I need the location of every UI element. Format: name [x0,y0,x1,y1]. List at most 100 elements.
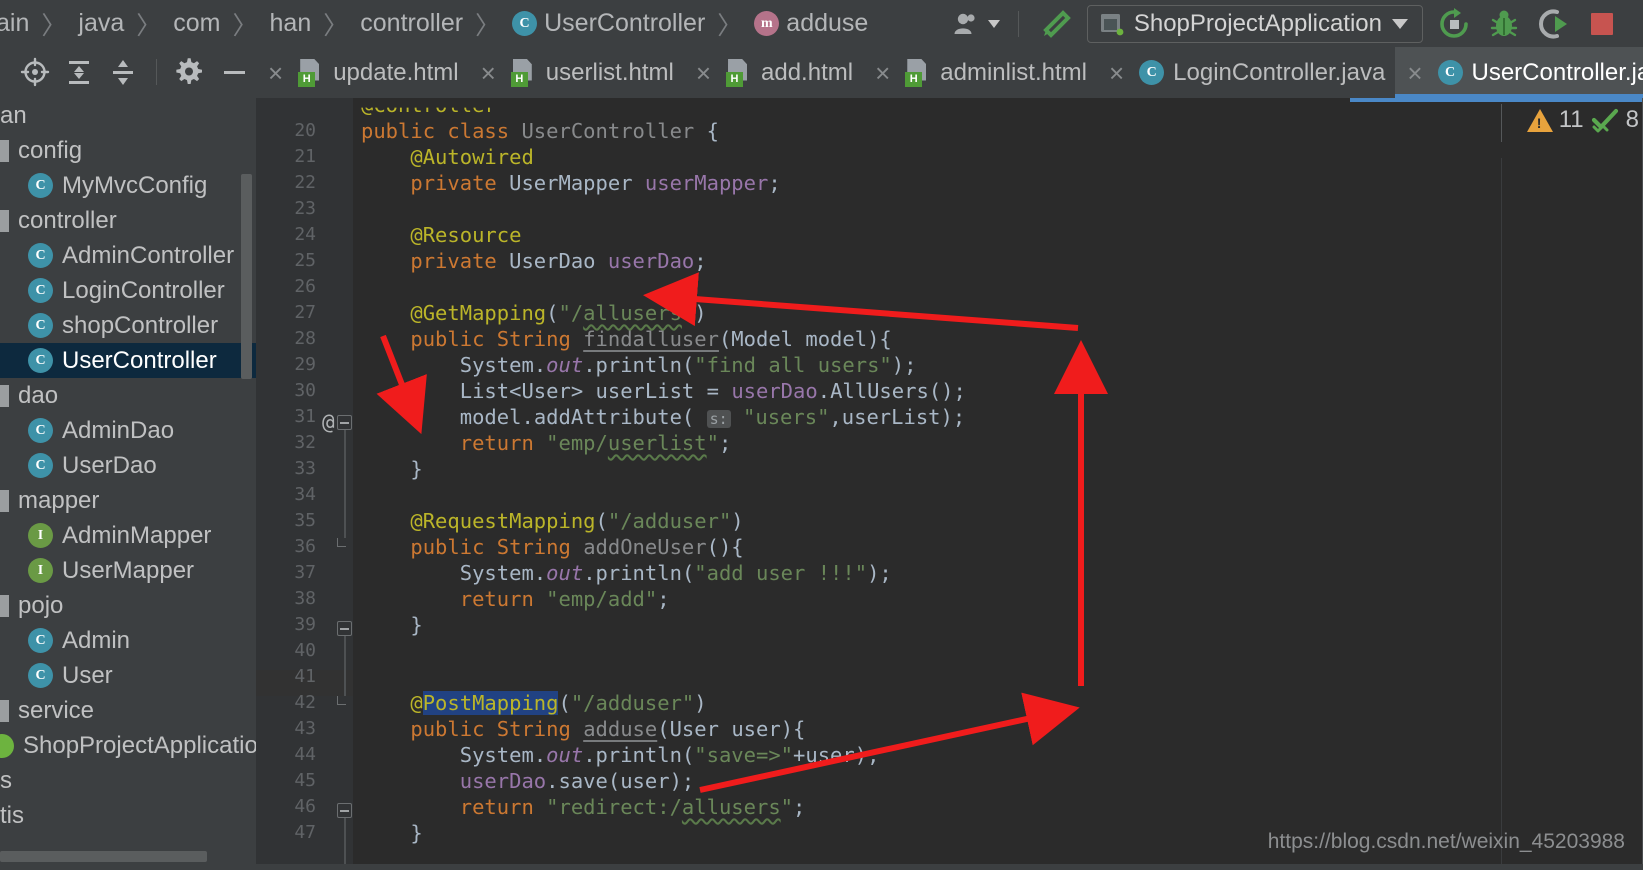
tab-close-icon[interactable]: × [869,60,896,86]
breadcrumb-item-controller[interactable]: controller [360,9,463,38]
code-line-45[interactable]: userDao.save(user); [361,768,695,794]
tree-item-mapper[interactable]: mapper [0,483,256,518]
html-file-icon: H [510,58,537,87]
code-line-29[interactable]: System.out.println("find all users"); [361,352,917,378]
tree-item-an[interactable]: an [0,98,256,133]
tree-item-shopprojectapplication[interactable]: ShopProjectApplication [0,728,256,763]
tree-item-user[interactable]: C User [0,658,256,693]
code-line-44[interactable]: System.out.println("save=>"+user); [361,742,880,768]
tree-item-admindao[interactable]: C AdminDao [0,413,256,448]
code-line-43[interactable]: public String adduse(User user){ [361,716,805,742]
locate-icon [20,57,50,86]
breadcrumb-item-han[interactable]: han [270,9,312,38]
line-number-29: 29 [294,354,316,375]
project-tree-vertical-scrollbar[interactable] [241,174,252,379]
code-line-25[interactable]: private UserDao userDao; [361,248,706,274]
code-line-partial[interactable]: @Controller [361,108,497,118]
code-line-37[interactable]: System.out.println("add user !!!"); [361,560,892,586]
code-line-33[interactable]: } [361,456,422,482]
tree-item-usercontroller[interactable]: C UserController [0,343,256,378]
tree-item-tis[interactable]: tis [0,798,256,833]
fold-marker-line33[interactable] [337,538,346,547]
code-line-20[interactable]: public class UserController { [361,118,719,144]
editor-tab-logincontroller-java[interactable]: × C LoginController.java [1097,47,1395,98]
tab-close-icon[interactable]: × [262,60,289,86]
tab-close-icon[interactable]: × [1401,60,1428,86]
line-number-47: 47 [294,822,316,843]
collapse-all-button[interactable] [108,57,138,87]
breadcrumb-separator-icon: 〉 [136,11,162,40]
tab-close-icon[interactable]: × [690,60,717,86]
tree-item-admincontroller[interactable]: C AdminController [0,238,256,273]
rerun-button[interactable] [1429,4,1479,44]
build-project-button[interactable] [1029,4,1081,44]
tree-item-mymvcconfig[interactable]: C MyMvcConfig [0,168,256,203]
editor-tab-userlist-html[interactable]: × Huserlist.html [469,47,684,98]
tree-item-pojo[interactable]: pojo [0,588,256,623]
fold-marker-line28[interactable] [337,415,352,430]
tree-item-controller[interactable]: controller [0,203,256,238]
code-line-31[interactable]: model.addAttribute( s: "users",userList)… [361,404,965,430]
code-line-22[interactable]: private UserMapper userMapper; [361,170,780,196]
breadcrumb-item-usercontroller[interactable]: C UserController [512,9,705,38]
editor-tab-adminlist-html[interactable]: × Hadminlist.html [863,47,1097,98]
code-line-42[interactable]: @PostMapping("/adduser") [361,690,707,716]
gutter-annotation-icon[interactable]: @ [322,410,335,434]
code-line-28[interactable]: public String findalluser(Model model){ [361,326,891,352]
code-line-24[interactable]: @Resource [361,222,521,248]
tree-item-config[interactable]: config [0,133,256,168]
project-tool-window[interactable]: an config C MyMvcConfig controller C AdminCont… [0,98,256,870]
ok-count: 8 [1625,106,1639,133]
run-with-coverage-button[interactable] [1529,4,1579,44]
editor-tab-add-html[interactable]: × Hadd.html [684,47,863,98]
tree-item-shopcontroller[interactable]: CshopController [0,308,256,343]
package-folder-icon [0,209,9,232]
code-editor[interactable]: 20 21 22 23 24 25 26 27 28 29 30 31 32 33 34 35 36 37 38 39… [256,98,1643,870]
debug-button[interactable] [1479,4,1529,44]
code-line-38[interactable]: return "emp/add"; [361,586,670,612]
code-line-47[interactable]: } [361,820,422,846]
tree-item-logincontroller[interactable]: C LoginController [0,273,256,308]
breadcrumb-item-java[interactable]: java [78,9,124,38]
editor-tab-usercontroller-java[interactable]: × C UserController.java [1395,47,1643,98]
fold-marker-line36[interactable] [337,621,352,636]
tab-close-icon[interactable]: × [1103,60,1130,86]
settings-button[interactable] [175,57,205,87]
user-avatar-button[interactable] [944,4,1008,44]
tree-item-admin[interactable]: C Admin [0,623,256,658]
tree-item-usermapper[interactable]: I UserMapper [0,553,256,588]
code-line-30[interactable]: List<User> userList = userDao.AllUsers()… [361,378,966,404]
code-line-32[interactable]: return "emp/userlist"; [361,430,732,456]
fold-marker-line39[interactable] [337,696,346,705]
code-line-27[interactable]: @GetMapping("/allusers") [361,300,706,326]
tab-close-icon[interactable]: × [475,60,502,86]
class-badge-c-icon: C [28,173,53,198]
project-tree-horizontal-scrollbar[interactable] [0,851,207,862]
editor-text[interactable]: @Controller public class UserController {… [353,98,1643,870]
tree-item-adminmapper[interactable]: I AdminMapper [0,518,256,553]
editor-tab-update-html[interactable]: × Hupdate.html [256,47,469,98]
run-configuration-selector[interactable]: ShopProjectApplication [1086,4,1423,43]
tree-item-label: dao [18,381,59,409]
code-line-39[interactable]: } [361,612,422,638]
fold-marker-line43[interactable] [337,803,352,818]
tree-item-dao[interactable]: dao [0,378,256,413]
locate-file-button[interactable] [20,57,50,87]
tree-item-userdao[interactable]: C UserDao [0,448,256,483]
code-line-35[interactable]: @RequestMapping("/adduser") [361,508,743,534]
stop-button[interactable] [1579,4,1625,44]
code-line-36[interactable]: public String addOneUser(){ [361,534,743,560]
java-class-file-icon: C [1139,60,1165,85]
breadcrumb-item-adduse[interactable]: m adduse [754,9,868,38]
code-line-21[interactable]: @Autowired [361,144,533,170]
navigation-bar: ain 〉 java 〉 com 〉 han 〉 controller 〉 C … [0,0,1643,47]
code-line-46[interactable]: return "redirect:/allusers"; [361,794,806,820]
tree-item-s[interactable]: s [0,763,256,798]
inspection-status-widget[interactable]: 11 8 [1526,106,1639,134]
tree-item-service[interactable]: service [0,693,256,728]
rail-divider [1501,158,1502,870]
expand-all-button[interactable] [64,57,94,87]
breadcrumb-item-main[interactable]: ain [0,9,29,38]
breadcrumb-item-com[interactable]: com [173,9,220,38]
hide-panel-button[interactable] [219,57,249,87]
